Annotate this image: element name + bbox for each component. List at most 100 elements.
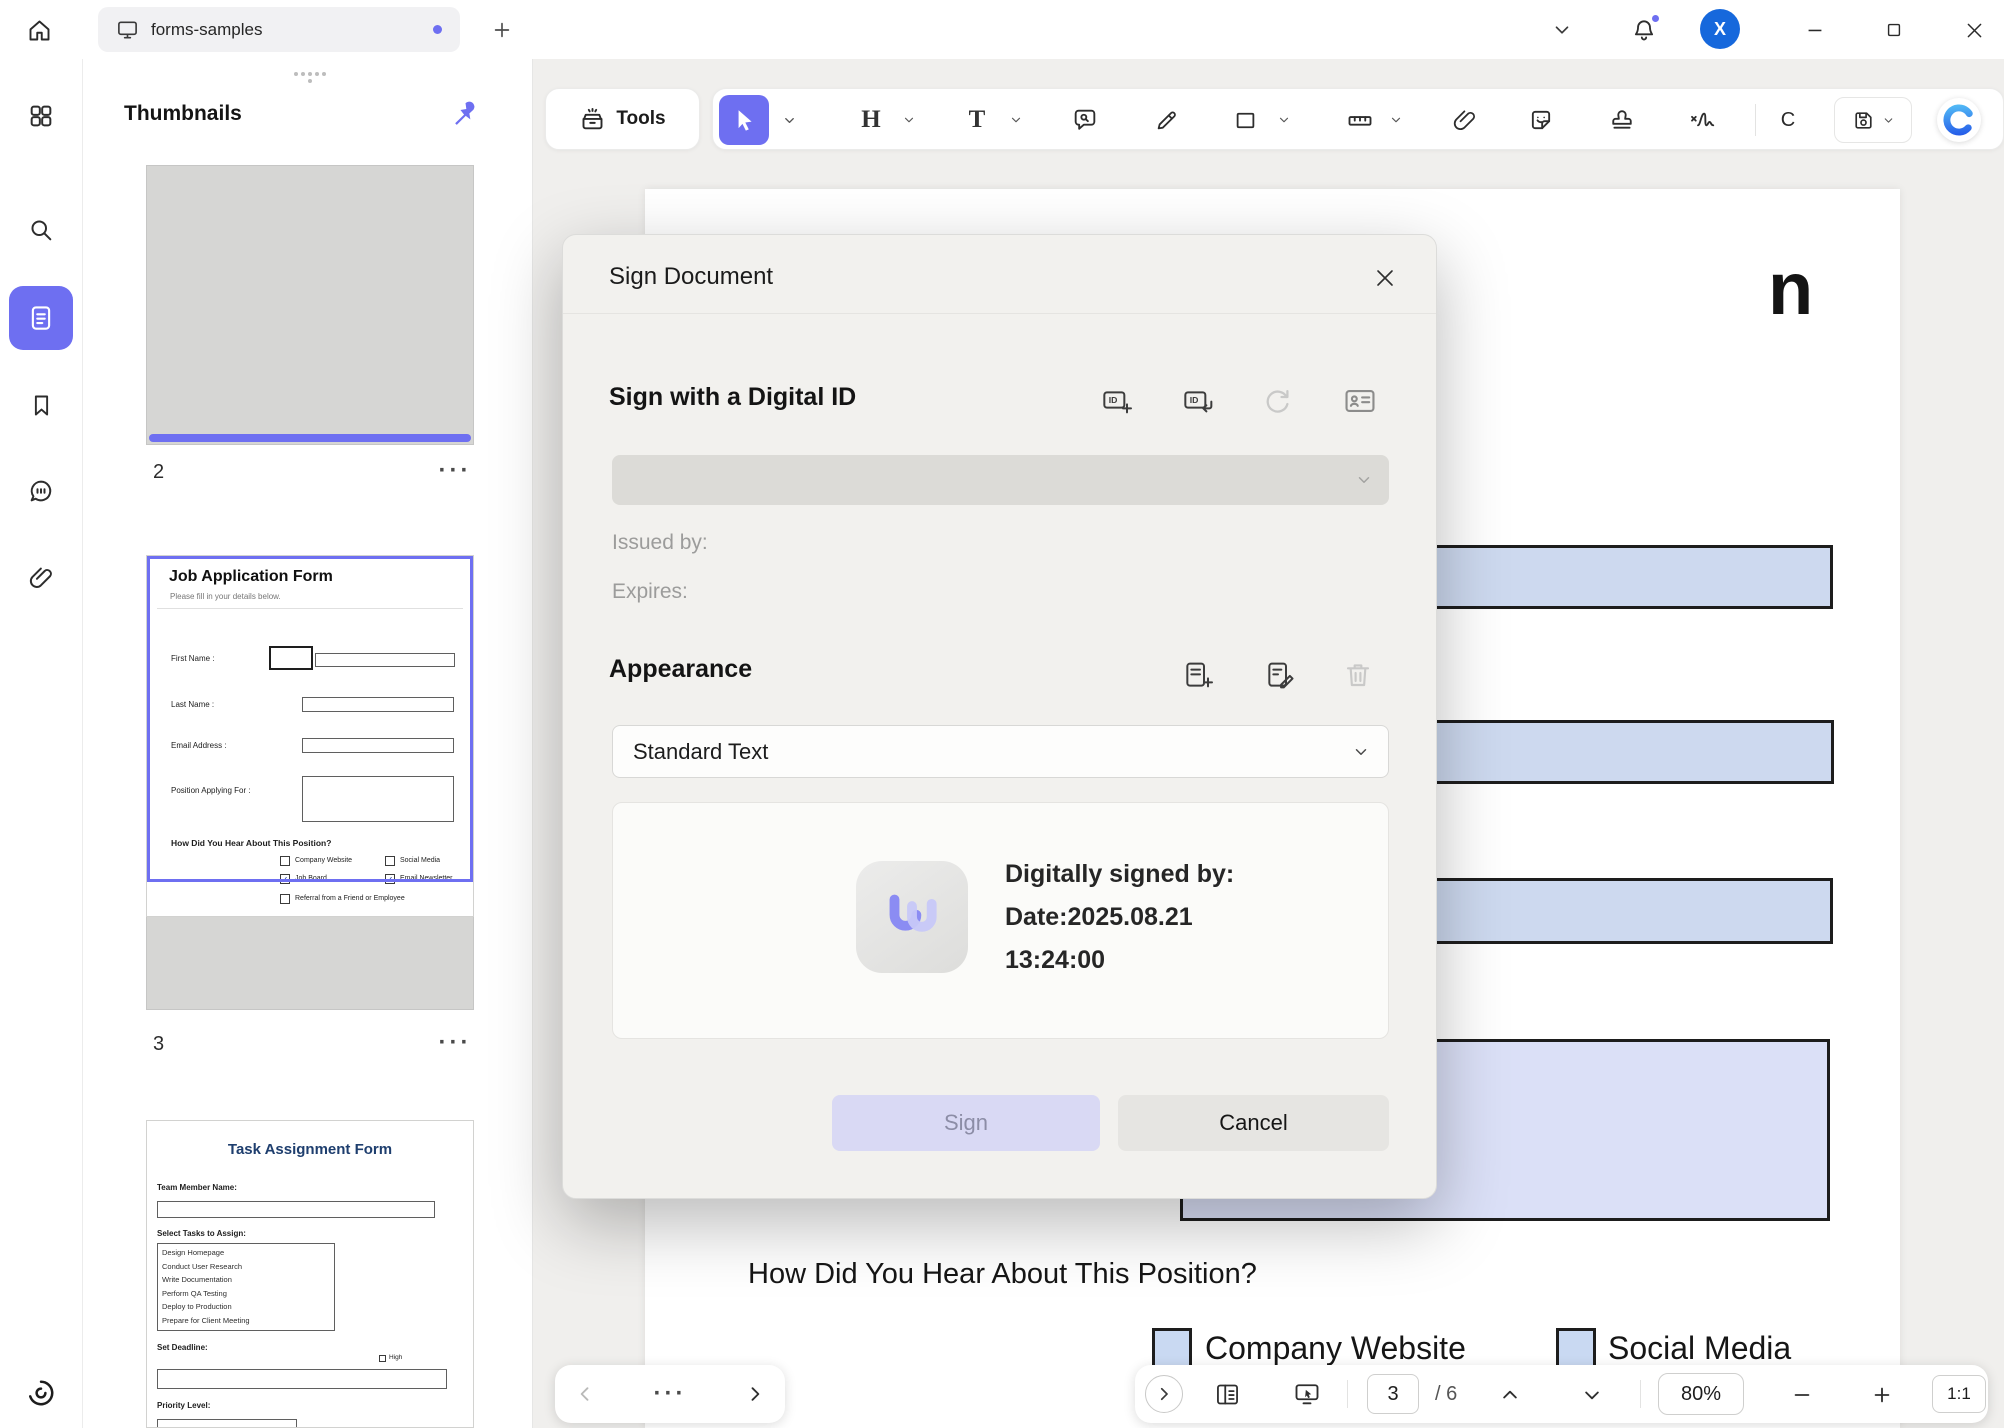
notification-dot bbox=[1652, 15, 1659, 22]
page-number-input[interactable]: 3 bbox=[1367, 1374, 1419, 1414]
appearance-edit-icon bbox=[1264, 659, 1296, 691]
chevron-down-icon bbox=[1352, 743, 1370, 761]
thumbnail-page-3[interactable]: Job Application Form Please fill in your… bbox=[146, 555, 474, 917]
svg-text:ID: ID bbox=[1109, 395, 1118, 405]
avatar-initial: X bbox=[1714, 19, 1726, 40]
pen-tool[interactable] bbox=[1144, 98, 1188, 142]
digital-id-select[interactable] bbox=[612, 455, 1389, 505]
minimize-button[interactable] bbox=[1797, 13, 1833, 47]
sign-button[interactable]: Sign bbox=[832, 1095, 1100, 1151]
ruler-icon bbox=[1346, 106, 1374, 134]
tools-pill[interactable]: Tools bbox=[545, 88, 700, 150]
close-window-button[interactable] bbox=[1956, 13, 1992, 47]
dialog-close-button[interactable] bbox=[1366, 259, 1404, 297]
sidebar-item-comments[interactable] bbox=[21, 471, 61, 511]
thumbnail-page-4[interactable]: Task Assignment Form Team Member Name: S… bbox=[146, 1120, 474, 1428]
expand-panel-button[interactable] bbox=[1145, 1375, 1183, 1413]
mini-task-label: Priority Level: bbox=[157, 1401, 210, 1410]
panel-drag-handle[interactable] bbox=[293, 70, 327, 84]
mini-field-box bbox=[269, 646, 313, 670]
shape-tool-dropdown[interactable] bbox=[1272, 105, 1296, 135]
toolbar-collapse-button[interactable] bbox=[1545, 13, 1579, 47]
page-layout-button[interactable] bbox=[1209, 1376, 1245, 1412]
presentation-mode-button[interactable] bbox=[1289, 1376, 1325, 1412]
document-tab[interactable]: forms-samples bbox=[98, 7, 460, 52]
forward-button[interactable] bbox=[737, 1376, 773, 1412]
issued-by-label: Issued by: bbox=[612, 531, 708, 555]
page-icon bbox=[26, 303, 56, 333]
thumbnail-page-2[interactable] bbox=[146, 165, 474, 445]
page-layout-icon bbox=[1214, 1381, 1241, 1408]
shape-tool[interactable] bbox=[1223, 98, 1267, 142]
paperclip-icon bbox=[27, 564, 55, 592]
trash-icon bbox=[1342, 659, 1374, 691]
chevron-down-icon bbox=[1277, 113, 1291, 127]
history-nav-bar: ··· bbox=[555, 1365, 785, 1423]
cancel-button[interactable]: Cancel bbox=[1118, 1095, 1389, 1151]
sidebar-brand-button[interactable] bbox=[21, 1373, 61, 1413]
avatar[interactable]: X bbox=[1700, 9, 1740, 49]
partial-tool-label[interactable]: C bbox=[1773, 103, 1803, 137]
text-tool[interactable]: T bbox=[955, 98, 999, 142]
sidebar-item-apps[interactable] bbox=[21, 96, 61, 136]
refresh-ids-button[interactable] bbox=[1257, 381, 1297, 421]
chevron-down-icon bbox=[902, 113, 916, 127]
id-import-icon: ID bbox=[1182, 385, 1214, 417]
maximize-icon bbox=[1884, 20, 1904, 40]
save-tool[interactable] bbox=[1834, 97, 1912, 143]
signature-preview-text: Digitally signed by: Date:2025.08.21 13:… bbox=[1005, 853, 1234, 982]
signature-tool[interactable] bbox=[1680, 98, 1724, 142]
next-page-button[interactable] bbox=[1574, 1377, 1610, 1413]
back-button[interactable] bbox=[567, 1376, 603, 1412]
thumbnail-page-2-menu[interactable]: ··· bbox=[435, 457, 475, 485]
zoom-in-button[interactable] bbox=[1864, 1377, 1900, 1413]
zoom-level-input[interactable]: 80% bbox=[1658, 1373, 1744, 1415]
thumbnail-page-3-menu[interactable]: ··· bbox=[435, 1029, 475, 1057]
comment-search-icon bbox=[1071, 106, 1099, 134]
sidebar-item-bookmarks[interactable] bbox=[21, 385, 61, 425]
document-checkbox[interactable] bbox=[1152, 1328, 1192, 1368]
mini-option: Company Website bbox=[295, 857, 352, 864]
sidebar-item-search[interactable] bbox=[21, 210, 61, 250]
text-glyph: T bbox=[969, 106, 986, 134]
svg-text:ID: ID bbox=[1190, 395, 1199, 405]
home-button[interactable] bbox=[20, 11, 58, 49]
mini-checkbox bbox=[385, 856, 395, 866]
new-tab-button[interactable] bbox=[486, 14, 518, 46]
more-actions-button[interactable]: ··· bbox=[648, 1376, 692, 1412]
comment-tool[interactable] bbox=[1063, 98, 1107, 142]
previous-page-button[interactable] bbox=[1492, 1377, 1528, 1413]
notifications-button[interactable] bbox=[1625, 11, 1663, 49]
sidebar-item-attachments[interactable] bbox=[21, 558, 61, 598]
text-tool-dropdown[interactable] bbox=[1004, 105, 1028, 135]
add-digital-id-button[interactable]: ID bbox=[1097, 381, 1137, 421]
sticker-tool[interactable] bbox=[1519, 98, 1563, 142]
tab-label: forms-samples bbox=[151, 20, 262, 40]
measure-tool-dropdown[interactable] bbox=[1384, 105, 1408, 135]
pin-panel-button[interactable] bbox=[445, 95, 481, 131]
document-checkbox[interactable] bbox=[1556, 1328, 1596, 1368]
heading-tool-dropdown[interactable] bbox=[897, 105, 921, 135]
toolbox-icon bbox=[579, 106, 606, 133]
partial-tool-glyph: C bbox=[1781, 109, 1795, 132]
app-window: forms-samples X bbox=[0, 0, 2004, 1428]
create-appearance-button[interactable] bbox=[1178, 655, 1218, 695]
import-digital-id-button[interactable]: ID bbox=[1178, 381, 1218, 421]
select-tool[interactable] bbox=[719, 95, 769, 145]
thumbnail-page-3-extra bbox=[146, 917, 474, 1010]
ai-assistant-button[interactable] bbox=[1937, 98, 1981, 142]
zoom-out-button[interactable] bbox=[1784, 1377, 1820, 1413]
view-id-details-button[interactable] bbox=[1340, 381, 1380, 421]
heading-tool[interactable]: H bbox=[849, 98, 893, 142]
edit-appearance-button[interactable] bbox=[1260, 655, 1300, 695]
maximize-button[interactable] bbox=[1876, 13, 1912, 47]
select-tool-dropdown[interactable] bbox=[775, 105, 803, 135]
actual-size-button[interactable]: 1:1 bbox=[1932, 1375, 1986, 1413]
chevron-down-icon bbox=[1355, 471, 1373, 489]
delete-appearance-button[interactable] bbox=[1338, 655, 1378, 695]
attachment-tool[interactable] bbox=[1442, 98, 1486, 142]
measure-tool[interactable] bbox=[1338, 98, 1382, 142]
sidebar-item-thumbnails[interactable] bbox=[9, 286, 73, 350]
appearance-select[interactable]: Standard Text bbox=[612, 725, 1389, 778]
stamp-tool[interactable] bbox=[1600, 98, 1644, 142]
